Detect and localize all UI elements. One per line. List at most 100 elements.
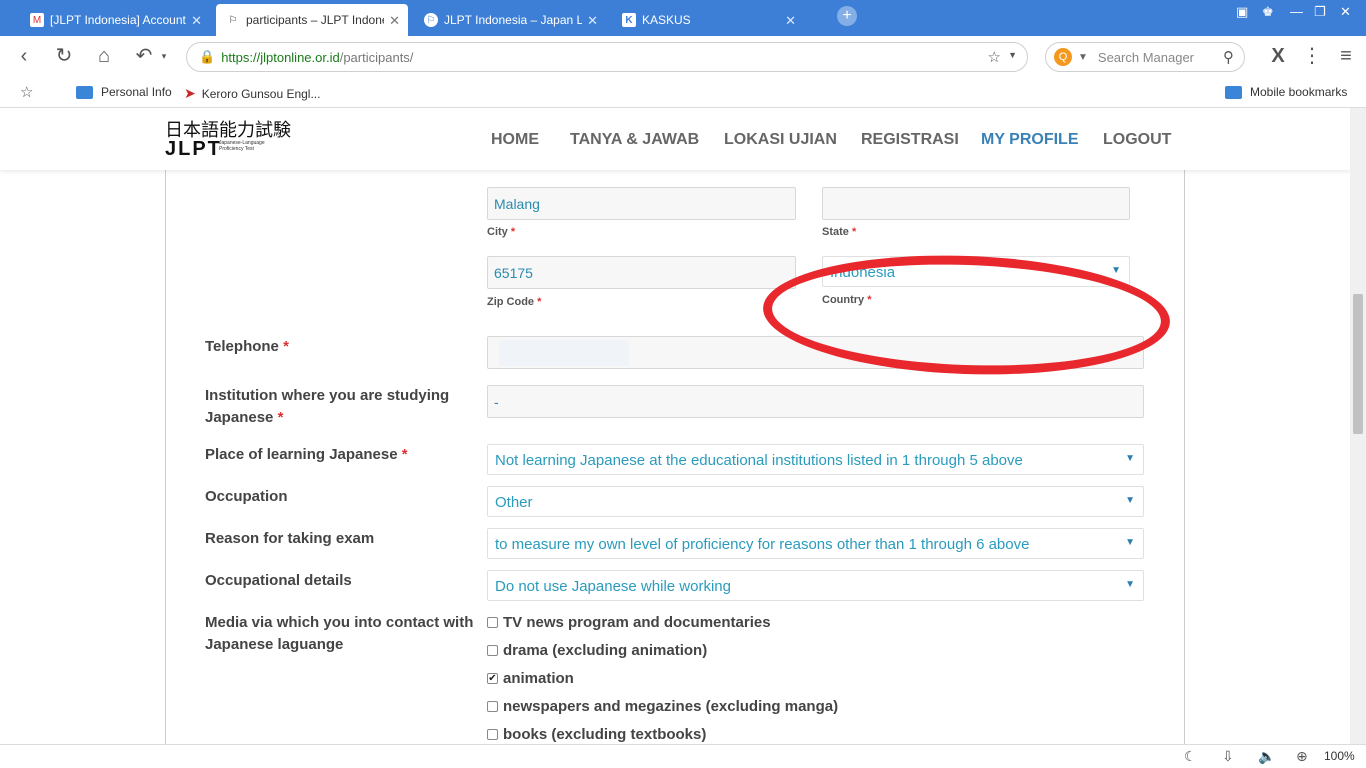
bookmark-personal-info[interactable]: Personal Info	[76, 85, 172, 99]
media-option-newspapers[interactable]: newspapers and megazines (excluding mang…	[487, 698, 838, 715]
logo-subtitle: Japanese-Language Proficiency Test	[219, 140, 265, 152]
search-engine-icon[interactable]: Q	[1054, 48, 1072, 66]
nav-home[interactable]: HOME	[491, 131, 539, 149]
media-label: Media via which you into contact with Ja…	[205, 614, 474, 653]
occupational-details-value: Do not use Japanese while working	[495, 578, 731, 595]
city-field[interactable]: Malang	[487, 187, 796, 220]
hamburger-menu-icon[interactable]: ≡	[1334, 45, 1358, 69]
flag-icon: ⚐	[424, 13, 438, 27]
search-placeholder: Search Manager	[1097, 49, 1195, 65]
nav-tanya-jawab[interactable]: TANYA & JAWAB	[570, 131, 699, 149]
close-tab-icon[interactable]: ✕	[587, 13, 598, 29]
site-header: 日本語能力試験 JLPT Japanese-Language Proficien…	[0, 108, 1350, 170]
url-path: /participants/	[339, 49, 414, 65]
state-label: State *	[822, 226, 857, 238]
zoom-level[interactable]: 100%	[1324, 749, 1355, 763]
media-option-drama[interactable]: drama (excluding animation)	[487, 642, 707, 659]
tab-jlpt-indonesia[interactable]: ⚐ JLPT Indonesia – Japan La ✕	[414, 4, 606, 36]
zip-code-field[interactable]: 65175	[487, 256, 796, 289]
media-option-tv[interactable]: TV news program and documentaries	[487, 614, 771, 631]
chevron-down-icon: ▼	[1125, 495, 1135, 506]
telephone-label: Telephone *	[205, 338, 289, 355]
home-icon[interactable]: ⌂	[92, 45, 116, 69]
occupation-label: Occupation	[205, 488, 288, 505]
bookmark-keroro[interactable]: ➤ Keroro Gunsou Engl...	[184, 85, 320, 102]
page-viewport: 日本語能力試験 JLPT Japanese-Language Proficien…	[0, 108, 1350, 744]
occupation-select[interactable]: Other ▼	[487, 486, 1144, 517]
back-icon[interactable]: ‹	[12, 45, 36, 69]
bookmark-star-icon[interactable]: ☆	[988, 48, 1001, 66]
chevron-down-icon[interactable]: ▼	[1008, 50, 1017, 60]
zip-code-label: Zip Code *	[487, 296, 542, 308]
scrollbar-thumb[interactable]	[1353, 294, 1363, 434]
chevron-down-icon: ▼	[1111, 265, 1121, 276]
nav-lokasi-ujian[interactable]: LOKASI UJIAN	[724, 131, 837, 149]
close-window-icon[interactable]: ✕	[1340, 4, 1351, 20]
chevron-down-icon[interactable]: ▼	[1078, 52, 1088, 63]
state-field[interactable]	[822, 187, 1130, 220]
bookmark-label: Personal Info	[101, 85, 172, 99]
zoom-icon[interactable]: ⊕	[1296, 748, 1308, 765]
close-tab-icon[interactable]: ✕	[785, 13, 796, 29]
checkbox[interactable]	[487, 729, 498, 740]
browser-toolbar: ‹ ↻ ⌂ ↶ ▾ 🔒 https:// jlptonline.or.id /p…	[0, 36, 1366, 78]
close-tab-icon[interactable]: ✕	[191, 13, 202, 29]
undo-dropdown-icon[interactable]: ▾	[152, 45, 176, 69]
media-option-animation[interactable]: ✔ animation	[487, 670, 574, 687]
address-bar[interactable]: 🔒 https:// jlptonline.or.id /participant…	[186, 42, 1028, 72]
shirt-icon[interactable]: ♚	[1262, 4, 1274, 20]
nav-logout[interactable]: LOGOUT	[1103, 131, 1171, 149]
restore-icon[interactable]: ❐	[1314, 4, 1326, 20]
mobile-bookmarks[interactable]: Mobile bookmarks	[1225, 85, 1347, 99]
minimize-icon[interactable]: —	[1290, 4, 1303, 19]
place-learning-label: Place of learning Japanese *	[205, 446, 408, 463]
checkbox-label: newspapers and megazines (excluding mang…	[503, 698, 839, 715]
reload-icon[interactable]: ↻	[52, 45, 76, 69]
url-scheme: https://	[221, 49, 261, 65]
new-tab-button[interactable]: +	[837, 6, 857, 26]
nav-my-profile[interactable]: MY PROFILE	[981, 131, 1079, 149]
tab-title: [JLPT Indonesia] Account	[50, 13, 186, 27]
checkbox[interactable]	[487, 701, 498, 712]
checkbox[interactable]	[487, 617, 498, 628]
more-menu-icon[interactable]: ⋮	[1300, 45, 1324, 69]
occupational-details-select[interactable]: Do not use Japanese while working ▼	[487, 570, 1144, 601]
search-icon[interactable]: ⚲	[1223, 48, 1234, 66]
search-box[interactable]: Q ▼ Search Manager ⚲	[1045, 42, 1245, 72]
tab-strip: M [JLPT Indonesia] Account ✕ ⚐ participa…	[0, 0, 1366, 36]
tab-kaskus[interactable]: K KASKUS ✕	[612, 4, 804, 36]
place-learning-select[interactable]: Not learning Japanese at the educational…	[487, 444, 1144, 475]
checkbox-label: animation	[503, 670, 574, 687]
url-host: jlptonline.or.id	[260, 49, 340, 65]
close-tab-icon[interactable]: ✕	[389, 13, 400, 29]
mobile-bookmarks-label: Mobile bookmarks	[1250, 85, 1348, 99]
page-scrollbar[interactable]	[1350, 108, 1366, 744]
checkbox-checked[interactable]: ✔	[487, 673, 498, 684]
checkbox-label: drama (excluding animation)	[503, 642, 708, 659]
occupation-value: Other	[495, 494, 533, 511]
tab-title: KASKUS	[642, 13, 691, 27]
checkbox[interactable]	[487, 645, 498, 656]
media-option-books[interactable]: books (excluding textbooks)	[487, 726, 706, 743]
night-mode-icon[interactable]: ☾	[1184, 748, 1197, 765]
reason-label: Reason for taking exam	[205, 530, 375, 547]
extension-icon[interactable]: ▣	[1236, 4, 1248, 20]
folder-icon	[76, 85, 93, 99]
tab-gmail[interactable]: M [JLPT Indonesia] Account ✕	[20, 4, 210, 36]
download-icon[interactable]: ⇩	[1222, 748, 1234, 765]
star-icon[interactable]: ☆	[20, 83, 33, 101]
institution-label: Institution where you are studying Japan…	[205, 387, 450, 426]
logo-jlpt[interactable]: JLPT	[165, 138, 222, 161]
bookmarks-bar: ☆ Personal Info ➤ Keroro Gunsou Engl... …	[0, 78, 1366, 108]
city-label: City *	[487, 226, 516, 238]
extension-x-icon[interactable]: X	[1266, 45, 1290, 69]
redacted-phone-blur	[499, 340, 629, 366]
nav-registrasi[interactable]: REGISTRASI	[861, 131, 959, 149]
occupational-details-label: Occupational details	[205, 572, 352, 589]
institution-field[interactable]: -	[487, 385, 1144, 418]
reason-select[interactable]: to measure my own level of proficiency f…	[487, 528, 1144, 559]
sound-icon[interactable]: 🔈	[1258, 748, 1275, 765]
tab-participants[interactable]: ⚐ participants – JLPT Indone ✕	[216, 4, 408, 36]
place-learning-value: Not learning Japanese at the educational…	[495, 452, 1023, 469]
bookmark-label: Keroro Gunsou Engl...	[201, 86, 321, 101]
